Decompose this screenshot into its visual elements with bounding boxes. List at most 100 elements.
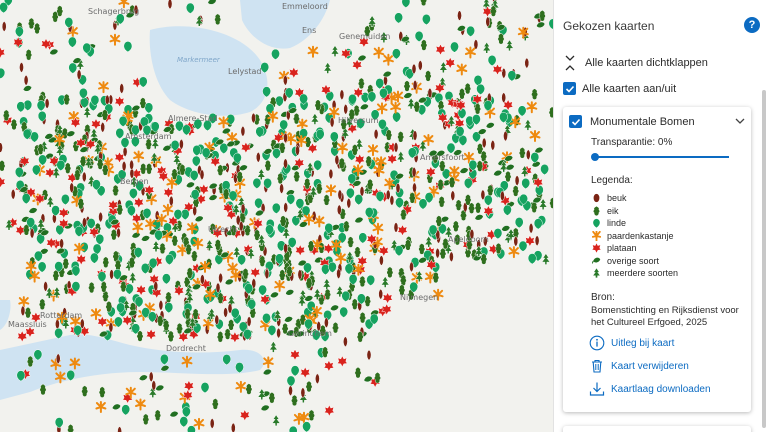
tree-marker-beuk[interactable] bbox=[230, 422, 236, 432]
tree-marker-eik[interactable] bbox=[374, 371, 381, 384]
tree-marker-beuk[interactable] bbox=[324, 317, 329, 329]
tree-marker-beuk[interactable] bbox=[1, 21, 7, 32]
tree-marker-eik[interactable] bbox=[438, 160, 446, 172]
remove-map-button[interactable]: Kaart verwijderen bbox=[589, 358, 689, 374]
tree-marker-beuk[interactable] bbox=[500, 190, 505, 202]
tree-marker-eik[interactable] bbox=[119, 280, 127, 293]
tree-marker-beuk[interactable] bbox=[43, 281, 48, 292]
transparency-slider-track[interactable] bbox=[595, 156, 729, 158]
tree-marker-eik[interactable] bbox=[357, 77, 365, 90]
tree-marker-eik[interactable] bbox=[321, 346, 329, 358]
map-view[interactable]: Schagerbrug Emmeloord Ens Genemuiden Markerm… bbox=[0, 0, 553, 432]
tree-marker-eik[interactable] bbox=[63, 93, 71, 106]
tree-marker-eik[interactable] bbox=[167, 330, 175, 343]
tree-marker-beuk[interactable] bbox=[283, 132, 288, 144]
tree-marker-eik[interactable] bbox=[400, 208, 407, 221]
tree-marker-eik[interactable] bbox=[185, 243, 193, 256]
tree-marker-beuk[interactable] bbox=[59, 238, 64, 249]
tree-marker-eik[interactable] bbox=[105, 300, 113, 313]
tree-marker-beuk[interactable] bbox=[148, 371, 154, 383]
tree-marker-beuk[interactable] bbox=[167, 0, 173, 10]
tree-marker-beuk[interactable] bbox=[227, 303, 233, 314]
tree-marker-beuk[interactable] bbox=[336, 268, 341, 280]
tree-marker-eik[interactable] bbox=[315, 182, 323, 195]
tree-marker-eik[interactable] bbox=[100, 281, 108, 293]
tree-marker-beuk[interactable] bbox=[393, 222, 399, 233]
tree-marker-beuk[interactable] bbox=[199, 169, 205, 181]
tree-marker-eik[interactable] bbox=[171, 168, 178, 180]
tree-marker-eik[interactable] bbox=[96, 158, 104, 170]
tree-marker-beuk[interactable] bbox=[55, 353, 61, 365]
tree-marker-eik[interactable] bbox=[128, 256, 136, 269]
tree-marker-eik[interactable] bbox=[101, 109, 109, 121]
tree-marker-eik[interactable] bbox=[217, 292, 224, 304]
tree-marker-beuk[interactable] bbox=[179, 139, 184, 150]
tree-marker-beuk[interactable] bbox=[283, 243, 288, 254]
tree-marker-eik[interactable] bbox=[314, 99, 322, 111]
tree-marker-beuk[interactable] bbox=[69, 182, 75, 194]
tree-marker-beuk[interactable] bbox=[100, 122, 106, 133]
tree-marker-beuk[interactable] bbox=[379, 255, 384, 266]
tree-marker-eik[interactable] bbox=[435, 215, 443, 227]
tree-marker-eik[interactable] bbox=[347, 236, 355, 248]
tree-marker-eik[interactable] bbox=[245, 383, 253, 395]
tree-marker-beuk[interactable] bbox=[343, 104, 349, 115]
tree-marker-beuk[interactable] bbox=[223, 307, 228, 318]
tree-marker-eik[interactable] bbox=[154, 409, 162, 421]
tree-marker-eik[interactable] bbox=[413, 100, 421, 113]
tree-marker-beuk[interactable] bbox=[168, 195, 174, 207]
tree-marker-eik[interactable] bbox=[468, 202, 476, 214]
tree-marker-beuk[interactable] bbox=[514, 175, 520, 186]
tree-marker-beuk[interactable] bbox=[411, 167, 417, 178]
tree-marker-beuk[interactable] bbox=[116, 227, 121, 239]
tree-marker-beuk[interactable] bbox=[346, 198, 352, 209]
tree-marker-eik[interactable] bbox=[26, 355, 34, 368]
tree-marker-beuk[interactable] bbox=[300, 387, 306, 399]
tree-marker-eik[interactable] bbox=[214, 239, 222, 251]
tree-marker-beuk[interactable] bbox=[246, 316, 252, 327]
tree-marker-eik[interactable] bbox=[504, 170, 512, 183]
tree-marker-beuk[interactable] bbox=[343, 336, 348, 348]
tree-marker-eik[interactable] bbox=[211, 398, 219, 410]
tree-marker-eik[interactable] bbox=[56, 5, 64, 17]
tree-marker-eik[interactable] bbox=[242, 267, 249, 280]
tree-marker-eik[interactable] bbox=[216, 330, 224, 343]
tree-marker-eik[interactable] bbox=[342, 220, 350, 232]
tree-marker-eik[interactable] bbox=[365, 155, 373, 167]
tree-marker-beuk[interactable] bbox=[288, 385, 293, 397]
tree-marker-eik[interactable] bbox=[25, 48, 33, 61]
tree-marker-eik[interactable] bbox=[176, 322, 184, 335]
transparency-slider-handle[interactable] bbox=[591, 153, 599, 161]
tree-marker-eik[interactable] bbox=[214, 13, 222, 26]
tree-marker-eik[interactable] bbox=[293, 170, 301, 183]
tree-marker-beuk[interactable] bbox=[412, 80, 418, 91]
layer-visibility-checkbox[interactable] bbox=[569, 115, 582, 128]
tree-marker-eik[interactable] bbox=[351, 144, 359, 156]
tree-marker-beuk[interactable] bbox=[218, 272, 223, 284]
tree-marker-beuk[interactable] bbox=[55, 318, 60, 330]
tree-marker-eik[interactable] bbox=[332, 321, 339, 334]
tree-marker-beuk[interactable] bbox=[214, 314, 220, 326]
tree-marker-eik[interactable] bbox=[37, 143, 45, 155]
tree-marker-eik[interactable] bbox=[303, 177, 311, 190]
tree-marker-eik[interactable] bbox=[476, 160, 484, 172]
tree-marker-eik[interactable] bbox=[62, 257, 70, 270]
tree-marker-beuk[interactable] bbox=[412, 182, 417, 194]
tree-marker-eik[interactable] bbox=[145, 162, 153, 175]
tree-marker-beuk[interactable] bbox=[490, 140, 496, 151]
tree-marker-eik[interactable] bbox=[474, 201, 482, 214]
tree-marker-eik[interactable] bbox=[222, 188, 230, 200]
tree-marker-beuk[interactable] bbox=[81, 171, 87, 183]
tree-marker-beuk[interactable] bbox=[315, 373, 320, 385]
tree-marker-eik[interactable] bbox=[408, 192, 416, 204]
tree-marker-beuk[interactable] bbox=[528, 223, 534, 234]
tree-marker-eik[interactable] bbox=[77, 197, 85, 210]
tree-marker-beuk[interactable] bbox=[334, 154, 340, 166]
tree-marker-eik[interactable] bbox=[264, 159, 272, 172]
tree-marker-eik[interactable] bbox=[474, 102, 482, 115]
tree-marker-beuk[interactable] bbox=[378, 288, 384, 300]
tree-marker-eik[interactable] bbox=[159, 242, 166, 255]
tree-marker-beuk[interactable] bbox=[20, 305, 26, 317]
help-icon[interactable]: ? bbox=[744, 17, 760, 33]
tree-marker-eik[interactable] bbox=[98, 386, 106, 398]
